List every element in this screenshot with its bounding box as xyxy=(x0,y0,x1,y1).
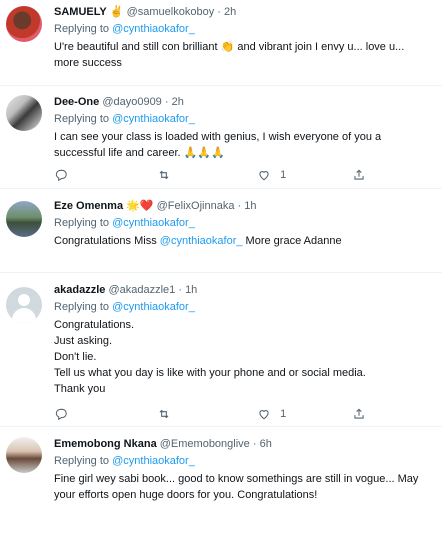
tweet-text-part: more success xyxy=(54,57,122,69)
reply-feed: SAMUELY ✌️ @samuelkokoboy · 2h Replying … xyxy=(0,0,442,533)
reply-button[interactable] xyxy=(54,406,68,422)
tweet-actions: 1 xyxy=(54,406,432,422)
replying-to: Replying to @cynthiaokafor_ xyxy=(54,112,432,126)
replying-prefix: Replying to xyxy=(54,23,110,35)
avatar[interactable] xyxy=(6,95,42,131)
user-name[interactable]: akadazzle xyxy=(54,284,105,296)
tweet-text-line: Don't lie. xyxy=(54,351,97,363)
tweet-text-part: U're beautiful and still con brilliant xyxy=(54,41,221,53)
user-handle[interactable]: @Ememobonglive xyxy=(160,438,250,450)
replying-to: Replying to @cynthiaokafor_ xyxy=(54,22,432,36)
tweet-text-line: Fine girl wey sabi book... good to know … xyxy=(54,473,419,485)
replying-prefix: Replying to xyxy=(54,217,110,229)
reply-icon xyxy=(55,169,67,182)
tweet-text-line: I can see your class is loaded with geni… xyxy=(54,131,382,143)
tweet-header: akadazzle @akadazzle1 · 1h xyxy=(54,283,432,297)
replying-prefix: Replying to xyxy=(54,113,110,125)
heart-icon xyxy=(259,410,269,420)
replying-mention-link[interactable]: @cynthiaokafor_ xyxy=(112,113,195,125)
retweet-button[interactable] xyxy=(157,167,171,183)
separator-dot: · xyxy=(178,284,182,296)
default-avatar-head xyxy=(18,294,30,306)
tweet-text: Congratulations. Just asking. Don't lie.… xyxy=(54,317,432,397)
like-button[interactable]: 1 xyxy=(257,406,286,422)
replying-to: Replying to @cynthiaokafor_ xyxy=(54,216,432,230)
user-name[interactable]: Eze Omenma xyxy=(54,200,123,212)
tweet-header: Dee-One @dayo0909 · 2h xyxy=(54,95,432,109)
tweet-text-line: Thank you xyxy=(54,383,106,395)
replying-mention-link[interactable]: @cynthiaokafor_ xyxy=(112,23,195,35)
tweet-text-line: your efforts open huge doors for you. Co… xyxy=(54,489,318,501)
timestamp[interactable]: 2h xyxy=(224,6,236,18)
pray-emoji: 🙏🙏🙏 xyxy=(183,147,225,159)
replying-to: Replying to @cynthiaokafor_ xyxy=(54,300,432,314)
retweet-button[interactable] xyxy=(157,406,171,422)
avatar[interactable] xyxy=(6,201,42,237)
tweet-text-line: Just asking. xyxy=(54,335,113,347)
retweet-icon xyxy=(159,170,169,180)
tweet-text-line: Tell us what you day is like with your p… xyxy=(54,367,366,379)
replying-mention-link[interactable]: @cynthiaokafor_ xyxy=(112,217,195,229)
timestamp[interactable]: 1h xyxy=(244,200,256,212)
tweet-actions: 1 xyxy=(54,167,432,183)
replying-prefix: Replying to xyxy=(54,301,110,313)
timestamp[interactable]: 2h xyxy=(172,96,184,108)
share-icon xyxy=(354,408,364,419)
tweet-text-line: Congratulations. xyxy=(54,319,135,331)
user-handle[interactable]: @samuelkokoboy xyxy=(127,6,215,18)
tweet-header: Eze Omenma 🌟❤️ @FelixOjinnaka · 1h xyxy=(54,199,432,213)
tweet-text-part: Congratulations Miss xyxy=(54,235,160,247)
separator-dot: · xyxy=(252,438,257,450)
user-handle[interactable]: @FelixOjinnaka xyxy=(157,200,235,212)
name-emoji: 🌟❤️ xyxy=(126,200,154,212)
user-name[interactable]: SAMUELY xyxy=(54,6,107,18)
replying-prefix: Replying to xyxy=(54,455,110,467)
tweet-text-line: successful life and career. xyxy=(54,147,184,159)
name-emoji: ✌️ xyxy=(109,6,124,18)
tweet-eze-omenma[interactable]: Eze Omenma 🌟❤️ @FelixOjinnaka · 1h Reply… xyxy=(0,189,442,273)
tweet-samuely[interactable]: SAMUELY ✌️ @samuelkokoboy · 2h Replying … xyxy=(0,0,442,86)
tweet-ememobong-nkana[interactable]: Ememobong Nkana @Ememobonglive · 6h Repl… xyxy=(0,427,442,533)
timestamp[interactable]: 1h xyxy=(185,284,197,296)
user-name[interactable]: Dee-One xyxy=(54,96,99,108)
tweet-text: U're beautiful and still con brilliant 👏… xyxy=(54,39,432,71)
user-name[interactable]: Ememobong Nkana xyxy=(54,438,157,450)
tweet-text-part: and vibrant join I envy u... love u... xyxy=(234,41,405,53)
tweet-text: Fine girl wey sabi book... good to know … xyxy=(54,471,432,503)
tweet-dee-one[interactable]: Dee-One @dayo0909 · 2h Replying to @cynt… xyxy=(0,86,442,189)
tweet-header: Ememobong Nkana @Ememobonglive · 6h xyxy=(54,437,432,451)
tweet-text: Congratulations Miss @cynthiaokafor_ Mor… xyxy=(54,233,432,249)
share-icon xyxy=(354,169,364,180)
replying-mention-link[interactable]: @cynthiaokafor_ xyxy=(112,301,195,313)
avatar[interactable] xyxy=(6,287,42,323)
replying-mention-link[interactable]: @cynthiaokafor_ xyxy=(112,455,195,467)
replying-to: Replying to @cynthiaokafor_ xyxy=(54,454,432,468)
clap-emoji: 👏 xyxy=(220,41,235,53)
like-count: 1 xyxy=(280,169,287,182)
tweet-text: I can see your class is loaded with geni… xyxy=(54,129,432,161)
retweet-icon xyxy=(159,409,169,419)
reply-icon xyxy=(55,408,67,421)
share-button[interactable] xyxy=(352,406,366,422)
like-count: 1 xyxy=(280,408,287,421)
reply-button[interactable] xyxy=(54,167,68,183)
share-button[interactable] xyxy=(352,167,366,183)
default-avatar-body xyxy=(12,308,36,323)
separator-dot: · xyxy=(237,200,242,212)
avatar[interactable] xyxy=(6,437,42,473)
separator-dot: · xyxy=(164,96,169,108)
heart-icon xyxy=(259,171,269,181)
user-handle[interactable]: @dayo0909 xyxy=(102,96,162,108)
user-handle[interactable]: @akadazzle1 xyxy=(108,284,175,296)
avatar[interactable] xyxy=(6,6,42,42)
tweet-akadazzle[interactable]: akadazzle @akadazzle1 · 1h Replying to @… xyxy=(0,273,442,427)
like-button[interactable]: 1 xyxy=(257,167,286,183)
tweet-mention-link[interactable]: @cynthiaokafor_ xyxy=(160,235,243,247)
tweet-text-part: More grace Adanne xyxy=(242,235,342,247)
tweet-header: SAMUELY ✌️ @samuelkokoboy · 2h xyxy=(54,5,432,19)
timestamp[interactable]: 6h xyxy=(260,438,272,450)
separator-dot: · xyxy=(217,6,221,18)
